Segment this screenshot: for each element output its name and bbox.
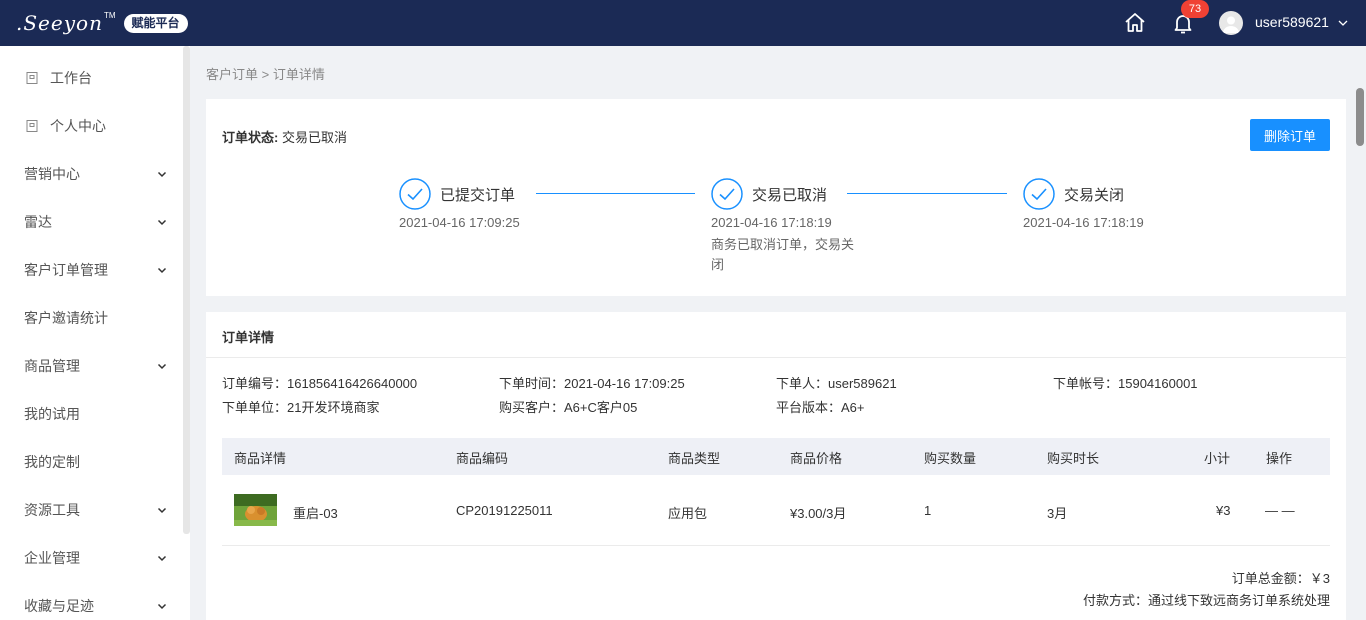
purchase-customer: 购买客户：A6+C客户05 (499, 400, 638, 415)
chevron-down-icon[interactable] (156, 552, 168, 564)
sidebar-item[interactable]: 企业管理 (0, 534, 182, 582)
sidebar-scrollbar[interactable] (183, 46, 190, 534)
page-scrollbar[interactable] (1356, 88, 1364, 146)
user-icon (1223, 16, 1239, 33)
sidebar-item-label: 我的试用 (24, 406, 80, 422)
order-total: 订单总金额：￥3 (1231, 571, 1330, 586)
subtotal: ¥3 (1216, 503, 1231, 518)
check-circle-icon (399, 178, 431, 210)
seeyon-logo[interactable]: .Seeyon TM 赋能平台 (16, 10, 188, 36)
column-header: 购买数量 (924, 451, 977, 466)
sidebar-item-label: 雷达 (24, 214, 52, 230)
column-header: 商品编码 (456, 451, 509, 466)
sidebar-item[interactable]: 商品管理 (0, 342, 182, 390)
sidebar-item-label: 工作台 (50, 70, 92, 86)
sidebar-item[interactable]: 个人中心 (0, 102, 182, 150)
sidebar-item-label: 客户订单管理 (24, 262, 108, 278)
username[interactable]: user589621 (1255, 14, 1329, 30)
product-price: ¥3.00/3月 (790, 506, 847, 521)
sidebar-item-label: 个人中心 (50, 118, 106, 134)
sidebar-item-label: 企业管理 (24, 550, 80, 566)
chevron-down-icon[interactable] (156, 360, 168, 372)
product-thumbnail[interactable] (234, 494, 277, 526)
step-title: 交易关闭 (1064, 187, 1125, 204)
breadcrumb[interactable]: 客户订单 > 订单详情 (206, 64, 325, 83)
sidebar-item[interactable]: 营销中心 (0, 150, 182, 198)
check-circle-icon (711, 178, 743, 210)
order-unit: 下单单位：21开发环境商家 (222, 400, 380, 415)
column-header: 商品详情 (234, 451, 287, 466)
chevron-down-icon[interactable] (1337, 17, 1349, 29)
chevron-down-icon[interactable] (156, 600, 168, 612)
table-row: 重启-03 CP20191225011 应用包 ¥3.00/3月 1 3月 ¥3… (222, 475, 1330, 546)
sidebar-item[interactable]: 雷达 (0, 198, 182, 246)
order-status-value: 交易已取消 (281, 130, 347, 145)
chevron-down-icon[interactable] (156, 264, 168, 276)
step-connector (536, 193, 695, 194)
purchase-quantity: 1 (924, 503, 932, 518)
step-title: 交易已取消 (752, 187, 828, 204)
logo-trademark: TM (103, 10, 116, 20)
divider (206, 357, 1346, 358)
order-detail-title: 订单详情 (222, 330, 275, 345)
step-title: 已提交订单 (440, 187, 516, 204)
sidebar-item-label: 营销中心 (24, 166, 80, 182)
page-icon (26, 72, 38, 84)
order-detail-card: 订单详情 订单编号：161856416426640000 下单时间：2021-0… (206, 312, 1346, 620)
product-code: CP20191225011 (456, 503, 553, 518)
sidebar-item[interactable]: 客户邀请统计 (0, 294, 182, 342)
table-header: 商品详情 商品编码 商品类型 商品价格 购买数量 购买时长 小计 操作 (222, 438, 1330, 475)
step-description: 商务已取消订单，交易关闭 (711, 237, 855, 272)
sidebar-item[interactable]: 客户订单管理 (0, 246, 182, 294)
avatar[interactable] (1219, 11, 1243, 35)
step-time: 2021-04-16 17:18:19 (1023, 215, 1144, 230)
sidebar-item[interactable]: 工作台 (0, 54, 182, 102)
order-number: 订单编号：161856416426640000 (222, 376, 418, 391)
order-status-label: 订单状态: (222, 130, 279, 145)
order-account: 下单帐号：15904160001 (1053, 376, 1198, 391)
order-status-card: 订单状态: 交易已取消 删除订单 已提交订单 2021-04-16 17:09:… (206, 99, 1346, 296)
check-circle-icon (1023, 178, 1055, 210)
home-icon[interactable] (1123, 11, 1147, 35)
platform-badge: 赋能平台 (123, 13, 188, 33)
column-header: 商品类型 (668, 451, 721, 466)
step-time: 2021-04-16 17:09:25 (399, 215, 520, 230)
top-navigation-bar: .Seeyon TM 赋能平台 73 user589621 (0, 0, 1366, 46)
sidebar-item-label: 客户邀请统计 (24, 310, 108, 326)
sidebar-item[interactable]: 资源工具 (0, 486, 182, 534)
platform-version: 平台版本：A6+ (776, 400, 865, 415)
sidebar-item[interactable]: 我的试用 (0, 390, 182, 438)
order-status: 订单状态: 交易已取消 (222, 127, 347, 146)
purchase-duration: 3月 (1047, 506, 1068, 521)
sidebar-item-label: 资源工具 (24, 502, 80, 518)
product-type: 应用包 (668, 506, 708, 521)
step-time: 2021-04-16 17:18:19 (711, 215, 832, 230)
orderer: 下单人：user589621 (776, 376, 897, 391)
chevron-down-icon[interactable] (156, 216, 168, 228)
order-time: 下单时间：2021-04-16 17:09:25 (499, 376, 685, 391)
column-header: 购买时长 (1047, 451, 1100, 466)
sidebar-item-label: 商品管理 (24, 358, 80, 374)
delete-order-button[interactable]: 删除订单 (1250, 119, 1330, 151)
chevron-down-icon[interactable] (156, 168, 168, 180)
sidebar-item[interactable]: 我的定制 (0, 438, 182, 486)
product-image-icon (234, 494, 277, 526)
notification-count-badge[interactable]: 73 (1181, 0, 1209, 18)
sidebar: 工作台个人中心营销中心雷达客户订单管理 客户邀请统计 商品管理我的试用我的定制资源工… (0, 46, 190, 620)
chevron-down-icon[interactable] (156, 504, 168, 516)
column-header: 操作 (1266, 451, 1293, 466)
page-icon (26, 120, 38, 132)
logo-text: .Seeyon (16, 11, 103, 35)
product-name[interactable]: 重启-03 (293, 503, 338, 522)
column-header: 小计 (1204, 451, 1231, 466)
column-header: 商品价格 (790, 451, 843, 466)
payment-method: 付款方式：通过线下致远商务订单系统处理 (1082, 593, 1330, 608)
sidebar-item[interactable]: 收藏与足迹 (0, 582, 182, 620)
sidebar-item-label: 我的定制 (24, 454, 80, 470)
row-action: — — (1265, 503, 1295, 518)
sidebar-item-label: 收藏与足迹 (24, 598, 94, 614)
step-connector (847, 193, 1007, 194)
